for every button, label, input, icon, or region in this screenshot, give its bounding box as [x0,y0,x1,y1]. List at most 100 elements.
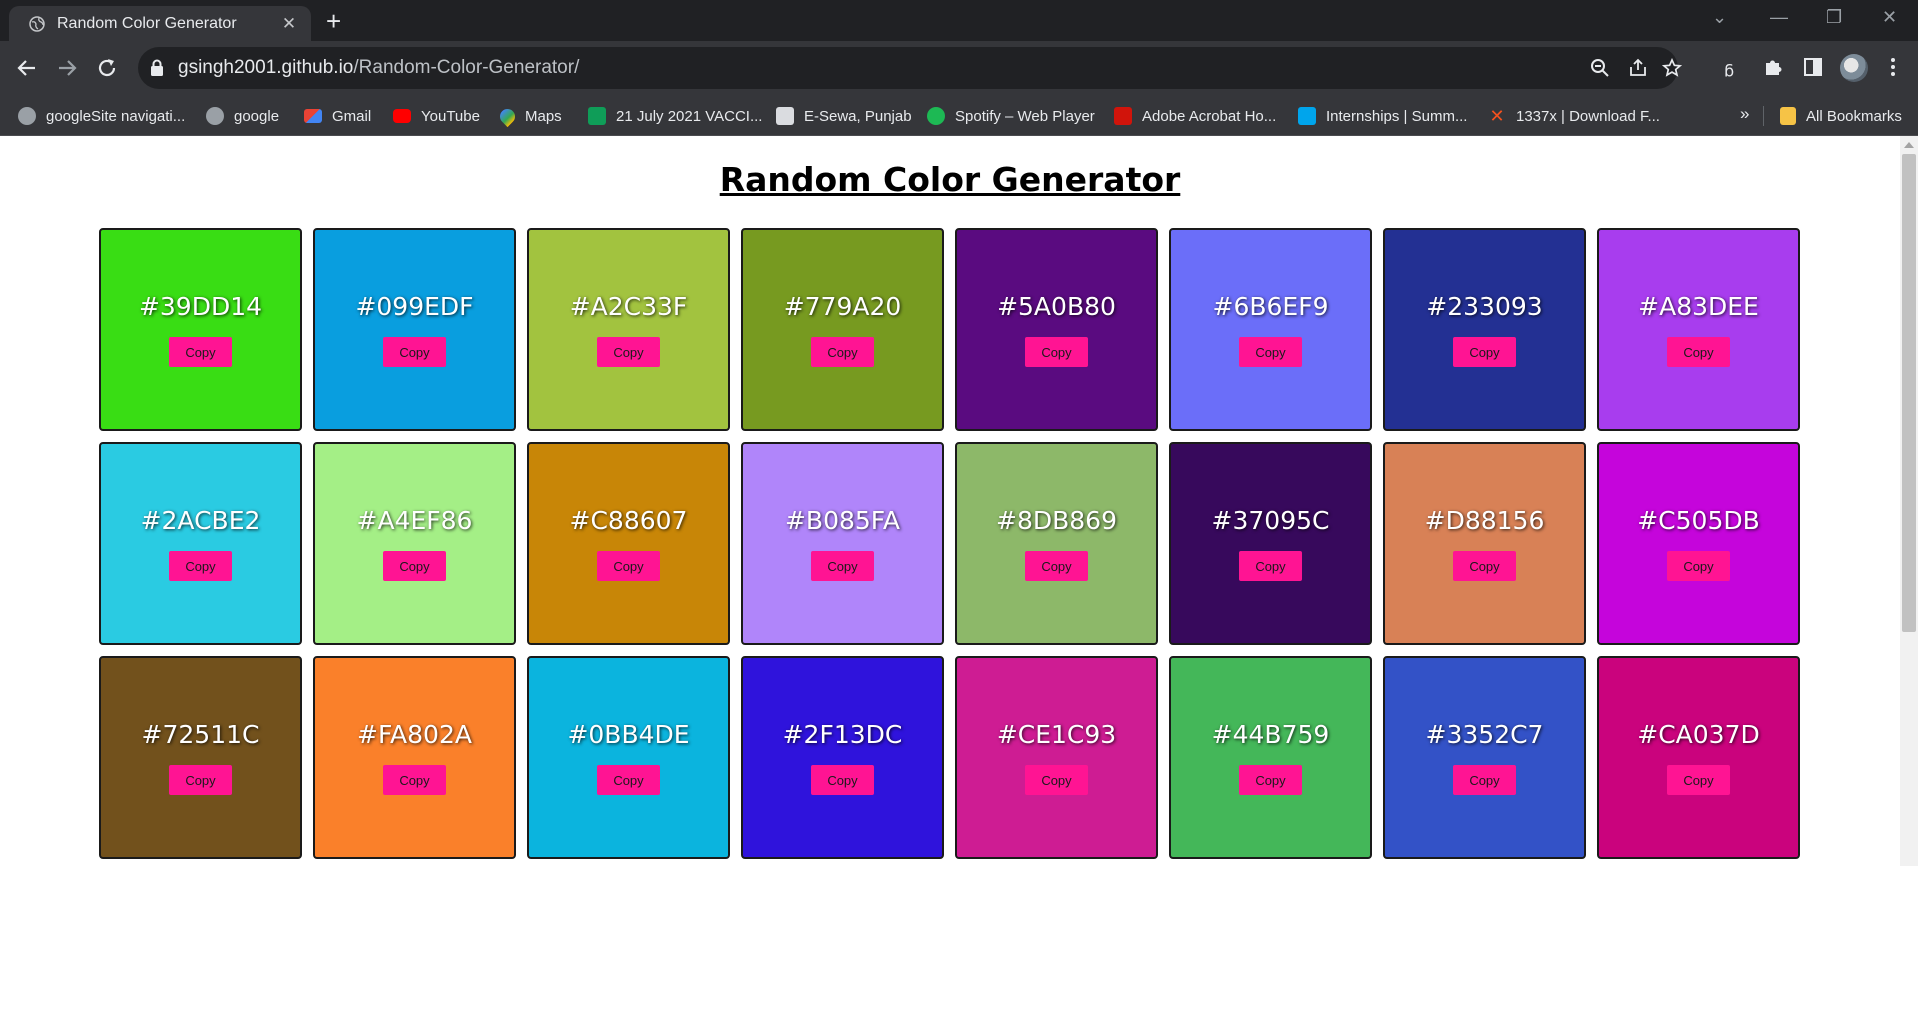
url-path: /Random-Color-Generator/ [353,57,580,78]
color-swatch: #D88156 Copy [1383,442,1586,645]
copy-button[interactable]: Copy [169,765,232,795]
url-text[interactable]: gsingh2001.github.io/Random-Color-Genera… [178,57,579,79]
url-host: gsingh2001.github.io [178,57,354,78]
copy-button[interactable]: Copy [811,765,874,795]
bookmark-google[interactable]: google [206,103,279,129]
copy-button[interactable]: Copy [1667,765,1730,795]
more-bookmarks-icon[interactable]: » [1740,104,1749,124]
copy-button[interactable]: Copy [597,765,660,795]
color-hex-code: #39DD14 [138,292,263,321]
all-bookmarks[interactable]: All Bookmarks [1780,103,1902,129]
color-swatch: #2ACBE2 Copy [99,442,302,645]
copy-button[interactable]: Copy [1667,337,1730,367]
internshala-icon [1298,107,1316,125]
bookmark-label: Adobe Acrobat Ho... [1142,107,1277,125]
bookmark-esewa[interactable]: E-Sewa, Punjab [776,103,912,129]
color-hex-code: #44B759 [1211,720,1330,749]
color-swatch: #2F13DC Copy [741,656,944,859]
color-hex-code: #2F13DC [782,720,903,749]
color-hex-code: #D88156 [1424,506,1545,535]
esewa-icon [776,107,794,125]
tab-search-icon[interactable]: ⌄ [1712,7,1727,28]
copy-button[interactable]: Copy [1453,551,1516,581]
copy-button[interactable]: Copy [1025,765,1088,795]
reload-icon[interactable] [94,55,120,81]
copy-button[interactable]: Copy [1025,337,1088,367]
extension-icon[interactable]: ᵷ [1722,56,1744,78]
copy-button[interactable]: Copy [597,551,660,581]
bookmark-googlesite[interactable]: googleSite navigati... [18,103,185,129]
color-swatch: #72511C Copy [99,656,302,859]
bookmark-label: YouTube [421,107,480,125]
address-bar[interactable]: gsingh2001.github.io/Random-Color-Genera… [138,47,1682,89]
forward-icon[interactable] [54,55,80,81]
bookmark-vaccine-sheet[interactable]: 21 July 2021 VACCI... [588,103,762,129]
scrollbar[interactable] [1900,136,1918,866]
copy-button[interactable]: Copy [169,551,232,581]
copy-button[interactable]: Copy [383,551,446,581]
copy-button[interactable]: Copy [1239,765,1302,795]
bookmark-label: E-Sewa, Punjab [804,107,912,125]
bookmark-label: Internships | Summ... [1326,107,1468,125]
copy-button[interactable]: Copy [811,337,874,367]
minimize-icon[interactable]: — [1770,7,1788,28]
all-bookmarks-label: All Bookmarks [1806,107,1902,125]
color-hex-code: #CE1C93 [996,720,1117,749]
bookmark-gmail[interactable]: Gmail [304,103,371,129]
color-swatch: #CA037D Copy [1597,656,1800,859]
bookmark-1337x[interactable]: ✕ 1337x | Download F... [1488,103,1660,129]
acrobat-icon [1114,107,1132,125]
new-tab-icon[interactable]: + [326,8,341,34]
copy-button[interactable]: Copy [169,337,232,367]
menu-icon[interactable] [1882,56,1904,78]
side-panel-icon[interactable] [1802,56,1824,78]
close-tab-icon[interactable]: ✕ [279,14,299,34]
lock-icon[interactable] [150,59,164,77]
color-hex-code: #3352C7 [1425,720,1544,749]
tab-strip: Random Color Generator ✕ + ⌄ — ❐ ✕ [0,0,1918,41]
svg-text:ᵷ: ᵷ [1724,58,1734,77]
share-icon[interactable] [1628,58,1648,78]
color-swatch: #5A0B80 Copy [955,228,1158,431]
window-close-icon[interactable]: ✕ [1882,7,1897,28]
color-swatch: #0BB4DE Copy [527,656,730,859]
bookmarks-bar: googleSite navigati... google Gmail YouT… [0,96,1918,136]
copy-button[interactable]: Copy [1239,551,1302,581]
copy-button[interactable]: Copy [1025,551,1088,581]
color-swatch: #A2C33F Copy [527,228,730,431]
bookmark-youtube[interactable]: YouTube [393,103,480,129]
back-icon[interactable] [14,55,40,81]
copy-button[interactable]: Copy [1453,337,1516,367]
puzzle-icon[interactable] [1762,56,1784,78]
copy-button[interactable]: Copy [383,765,446,795]
bookmark-label: 21 July 2021 VACCI... [616,107,763,125]
color-swatch: #37095C Copy [1169,442,1372,645]
bookmark-star-icon[interactable] [1662,58,1682,78]
copy-button[interactable]: Copy [383,337,446,367]
copy-button[interactable]: Copy [1239,337,1302,367]
bookmark-spotify[interactable]: Spotify – Web Player [927,103,1095,129]
scroll-thumb[interactable] [1902,154,1916,632]
bookmarks-divider [1763,106,1764,126]
restore-icon[interactable]: ❐ [1826,7,1842,28]
browser-toolbar: gsingh2001.github.io/Random-Color-Genera… [0,41,1918,96]
x-icon: ✕ [1489,106,1505,126]
copy-button[interactable]: Copy [1667,551,1730,581]
scroll-up-arrow-icon[interactable] [1904,142,1914,148]
copy-button[interactable]: Copy [597,337,660,367]
profile-avatar[interactable] [1840,54,1868,82]
active-tab[interactable]: Random Color Generator ✕ [9,6,311,41]
color-swatch: #FA802A Copy [313,656,516,859]
bookmark-maps[interactable]: Maps [496,103,562,129]
zoom-icon[interactable] [1590,58,1610,78]
bookmark-label: Spotify – Web Player [955,107,1095,125]
color-swatch: #B085FA Copy [741,442,944,645]
color-hex-code: #CA037D [1637,720,1760,749]
copy-button[interactable]: Copy [811,551,874,581]
bookmark-acrobat[interactable]: Adobe Acrobat Ho... [1114,103,1276,129]
bookmark-internships[interactable]: Internships | Summ... [1298,103,1467,129]
color-hex-code: #A83DEE [1638,292,1759,321]
copy-button[interactable]: Copy [1453,765,1516,795]
color-swatch: #CE1C93 Copy [955,656,1158,859]
globe-icon [29,15,45,32]
